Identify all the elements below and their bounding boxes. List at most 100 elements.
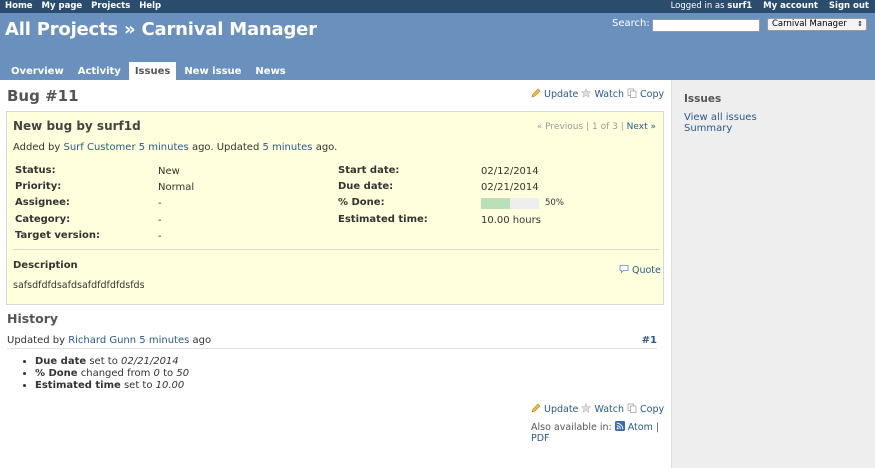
tab-new-issue[interactable]: New issue [178, 62, 247, 80]
logged-in-user-link[interactable]: surf1 [727, 1, 752, 11]
project-jump-value: Carnival Manager [772, 19, 847, 29]
issue-pagination: « Previous | 1 of 3 | Next » [537, 122, 656, 132]
summary-link[interactable]: Summary [684, 123, 732, 134]
ago-label: ago. [312, 142, 338, 153]
sign-out-link[interactable]: Sign out [829, 1, 869, 11]
category-value: - [158, 215, 162, 226]
logged-in-label: Logged in as surf1 [671, 1, 753, 11]
atom-link[interactable]: Atom [614, 421, 653, 433]
page-title: All Projects » Carnival Manager [5, 19, 317, 40]
watch-link[interactable]: Watch [581, 88, 624, 100]
journal-text: changed from [77, 368, 154, 379]
journal-ago-link[interactable]: 5 minutes [139, 335, 189, 346]
search-input[interactable] [652, 19, 760, 32]
sidebar-heading: Issues [684, 93, 722, 105]
copy-label: Copy [640, 404, 665, 415]
done-percent: 50% [545, 198, 564, 208]
done-label: % Done: [338, 197, 385, 208]
journal-detail: Due date set to 02/21/2014 [35, 356, 189, 368]
target-version-value: - [158, 231, 162, 242]
assignee-label: Assignee: [15, 197, 70, 208]
status-label: Status: [15, 165, 56, 176]
start-date-label: Start date: [338, 165, 400, 176]
target-version-label: Target version: [15, 230, 101, 241]
update-link[interactable]: Update [531, 88, 579, 100]
star-icon [581, 88, 592, 98]
issue-details-box: New bug by surf1d « Previous | 1 of 3 | … [6, 111, 664, 305]
issue-title: Bug #11 [7, 87, 79, 105]
quote-link[interactable]: Quote [619, 264, 661, 276]
update-link[interactable]: Update [531, 403, 579, 415]
issue-subject: New bug by surf1d [13, 119, 141, 133]
copy-link[interactable]: Copy [627, 403, 665, 415]
journal-field: Estimated time [35, 380, 121, 391]
star-icon [581, 403, 592, 413]
format-separator: | [655, 422, 660, 433]
my-account-link[interactable]: My account [763, 1, 818, 11]
atom-label: Atom [627, 422, 653, 433]
comment-icon [619, 265, 629, 274]
journal-detail: Estimated time set to 10.00 [35, 380, 189, 392]
previous-issue-link[interactable]: « Previous [537, 122, 583, 132]
journal-user-link[interactable]: Richard Gunn [68, 335, 136, 346]
main-menu: Overview Activity Issues New issue News [5, 62, 294, 80]
journal-value: 50 [176, 368, 190, 379]
estimated-time-value: 10.00 hours [481, 215, 541, 226]
done-progress-bar [481, 198, 539, 209]
also-available-label: Also available in: [531, 422, 612, 433]
top-menu-my-page-link[interactable]: My page [42, 1, 83, 11]
due-date-value: 02/21/2014 [481, 182, 539, 193]
watch-link[interactable]: Watch [581, 403, 625, 415]
issue-actions-top: Update Watch Copy [531, 88, 664, 100]
search-label: Search: [612, 18, 650, 29]
added-by-label: Added by [13, 142, 64, 153]
priority-label: Priority: [15, 181, 62, 192]
tab-activity[interactable]: Activity [72, 62, 127, 80]
update-label: Update [544, 89, 579, 100]
next-issue-link[interactable]: Next » [627, 122, 656, 132]
due-date-label: Due date: [338, 181, 394, 192]
description-label: Description [13, 260, 78, 271]
priority-value: Normal [158, 182, 195, 193]
author-link[interactable]: Surf Customer [63, 142, 135, 153]
header: All Projects » Carnival Manager Search: … [0, 13, 875, 80]
journal-value: 10.00 [155, 380, 185, 391]
category-label: Category: [15, 214, 71, 225]
project-jump-select[interactable]: Carnival Manager ⇕ [767, 18, 867, 31]
copy-link[interactable]: Copy [627, 88, 665, 100]
journal-header: Updated by Richard Gunn 5 minutes ago #1 [7, 335, 657, 349]
top-menu-projects-link[interactable]: Projects [91, 1, 130, 11]
watch-label: Watch [594, 404, 625, 415]
issue-actions-bottom: Update Watch Copy [531, 403, 664, 415]
journal-details: Due date set to 02/21/2014 % Done change… [25, 356, 189, 392]
pdf-link[interactable]: PDF [531, 433, 550, 444]
journal-detail: % Done changed from 0 to 50 [35, 368, 189, 380]
status-value: New [158, 166, 180, 177]
copy-label: Copy [640, 89, 665, 100]
view-all-issues-link[interactable]: View all issues [684, 112, 757, 123]
journal-value: 02/21/2014 [121, 356, 179, 367]
also-available: Also available in: Atom | PDF [531, 421, 671, 444]
created-ago-link[interactable]: 5 minutes [139, 142, 189, 153]
issue-author-line: Added by Surf Customer 5 minutes ago. Up… [13, 142, 337, 153]
quote-label: Quote [632, 265, 661, 276]
top-menu-home-link[interactable]: Home [5, 1, 33, 11]
journal-field: Due date [35, 356, 87, 367]
journal-field: % Done [35, 368, 78, 379]
update-label: Update [544, 404, 579, 415]
select-arrows-icon: ⇕ [857, 20, 863, 28]
updated-ago-link[interactable]: 5 minutes [262, 142, 312, 153]
journal-number-link[interactable]: #1 [642, 335, 657, 346]
updated-label: ago. Updated [188, 142, 263, 153]
history-heading: History [7, 311, 59, 326]
top-menu-help-link[interactable]: Help [139, 1, 161, 11]
issue-position: 1 of 3 [592, 122, 618, 132]
tab-news[interactable]: News [249, 62, 291, 80]
journal-text: set to [120, 380, 156, 391]
description-text: safsdfdfdsafdsafdfdfdfdsfds [13, 280, 145, 291]
sidebar: Issues View all issues Summary [671, 80, 875, 468]
journal-updated-by: Updated by [7, 335, 69, 346]
done-progress-fill [481, 198, 510, 209]
tab-issues[interactable]: Issues [128, 62, 177, 80]
tab-overview[interactable]: Overview [5, 62, 70, 80]
